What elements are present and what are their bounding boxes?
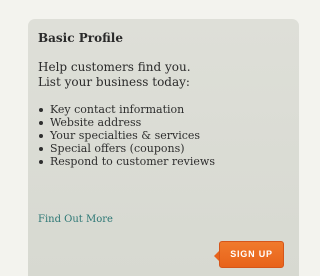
feature-item: Website address xyxy=(38,116,289,129)
intro-line-2: List your business today: xyxy=(38,75,190,89)
sign-up-button[interactable]: SIGN UP xyxy=(219,241,284,268)
feature-item: Respond to customer reviews xyxy=(38,155,289,168)
card-title: Basic Profile xyxy=(38,31,123,45)
feature-item: Key contact information xyxy=(38,103,289,116)
card-intro: Help customers find you. List your busin… xyxy=(38,60,289,90)
feature-list: Key contact information Website address … xyxy=(38,103,289,168)
feature-item: Your specialties & services xyxy=(38,129,289,142)
find-out-more-link[interactable]: Find Out More xyxy=(38,213,113,226)
intro-line-1: Help customers find you. xyxy=(38,60,191,74)
feature-item: Special offers (coupons) xyxy=(38,142,289,155)
basic-profile-card: Basic Profile Help customers find you. L… xyxy=(28,19,299,276)
